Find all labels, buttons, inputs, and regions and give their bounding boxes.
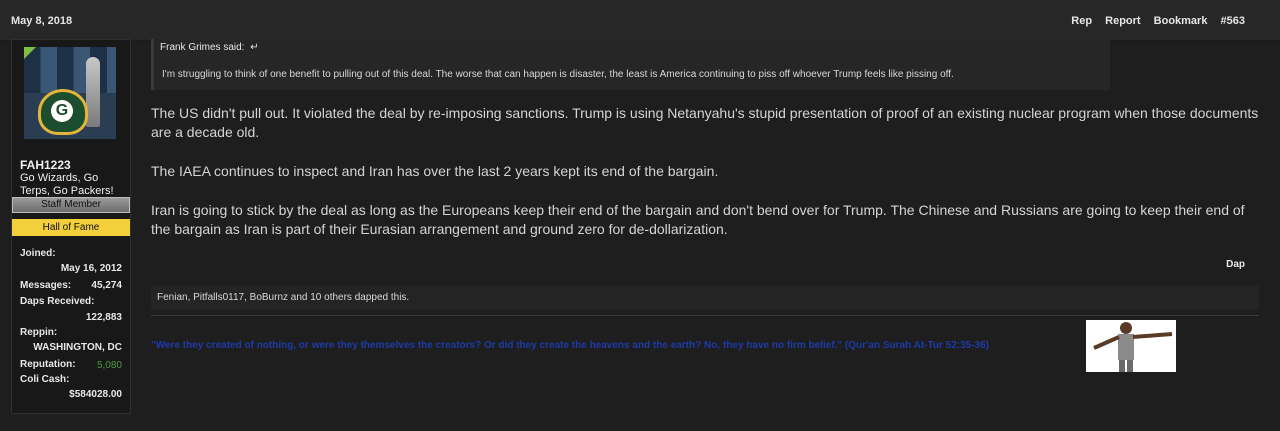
reppin-value: WASHINGTON, DC [33, 342, 122, 353]
quote-jump-arrow-icon[interactable]: ↵ [250, 42, 258, 53]
quote-text: I'm struggling to think of one benefit t… [162, 69, 954, 80]
daps-label: Daps Received: [20, 296, 95, 307]
post-header: May 8, 2018 Rep Report Bookmark #563 [0, 0, 1280, 41]
avatar-helmet-logo: G [51, 100, 73, 122]
messages-label: Messages: [20, 280, 72, 291]
message-body: The US didn't pull out. It violated the … [151, 104, 1261, 259]
signature-figure-image [1086, 320, 1176, 372]
dap-button[interactable]: Dap [1226, 259, 1245, 270]
quoted-post: Frank Grimes said: ↵ I'm struggling to t… [151, 39, 1110, 90]
signature-quote: "Were they created of nothing, or were t… [151, 340, 989, 351]
joined-value: May 16, 2012 [60, 263, 122, 274]
message-paragraph: The IAEA continues to inspect and Iran h… [151, 163, 719, 179]
message-paragraph: The US didn't pull out. It violated the … [151, 105, 1259, 140]
reputation-value: 5,080 [96, 360, 122, 371]
messages-value[interactable]: 45,274 [91, 280, 122, 291]
likes-summary[interactable]: Fenian, Pitfalls0117, BoBurnz and 10 oth… [151, 286, 1259, 310]
post-date[interactable]: May 8, 2018 [11, 15, 72, 27]
daps-value: 122,883 [85, 312, 122, 323]
quote-author-name: Frank Grimes said: [160, 42, 245, 53]
hall-of-fame-banner: Hall of Fame [12, 219, 130, 236]
avatar-background [24, 47, 116, 93]
bookmark-button[interactable]: Bookmark [1154, 15, 1208, 27]
post-actions: Rep Report Bookmark #563 [1061, 15, 1245, 27]
avatar-trophy [86, 57, 100, 127]
reputation-label: Reputation: [20, 359, 76, 370]
online-indicator-icon [24, 47, 36, 59]
colicash-label: Coli Cash: [20, 374, 70, 385]
reppin-label: Reppin: [20, 327, 58, 338]
colicash-value: $584028.00 [69, 389, 122, 400]
rep-button[interactable]: Rep [1071, 15, 1092, 27]
user-title: Go Wizards, Go Terps, Go Packers! [20, 172, 114, 197]
username[interactable]: FAH1223 [20, 158, 71, 172]
signature-divider [151, 315, 1259, 316]
user-sidebar: G FAH1223 Go Wizards, Go Terps, Go Packe… [11, 39, 131, 414]
report-button[interactable]: Report [1105, 15, 1140, 27]
avatar-helmet: G [38, 89, 88, 135]
avatar[interactable]: G [24, 47, 116, 139]
post-number-link[interactable]: #563 [1221, 15, 1245, 27]
quote-author: Frank Grimes said: ↵ [160, 42, 259, 53]
message-paragraph: Iran is going to stick by the deal as lo… [151, 202, 1245, 237]
joined-label: Joined: [20, 248, 56, 259]
staff-member-banner: Staff Member [12, 197, 130, 213]
